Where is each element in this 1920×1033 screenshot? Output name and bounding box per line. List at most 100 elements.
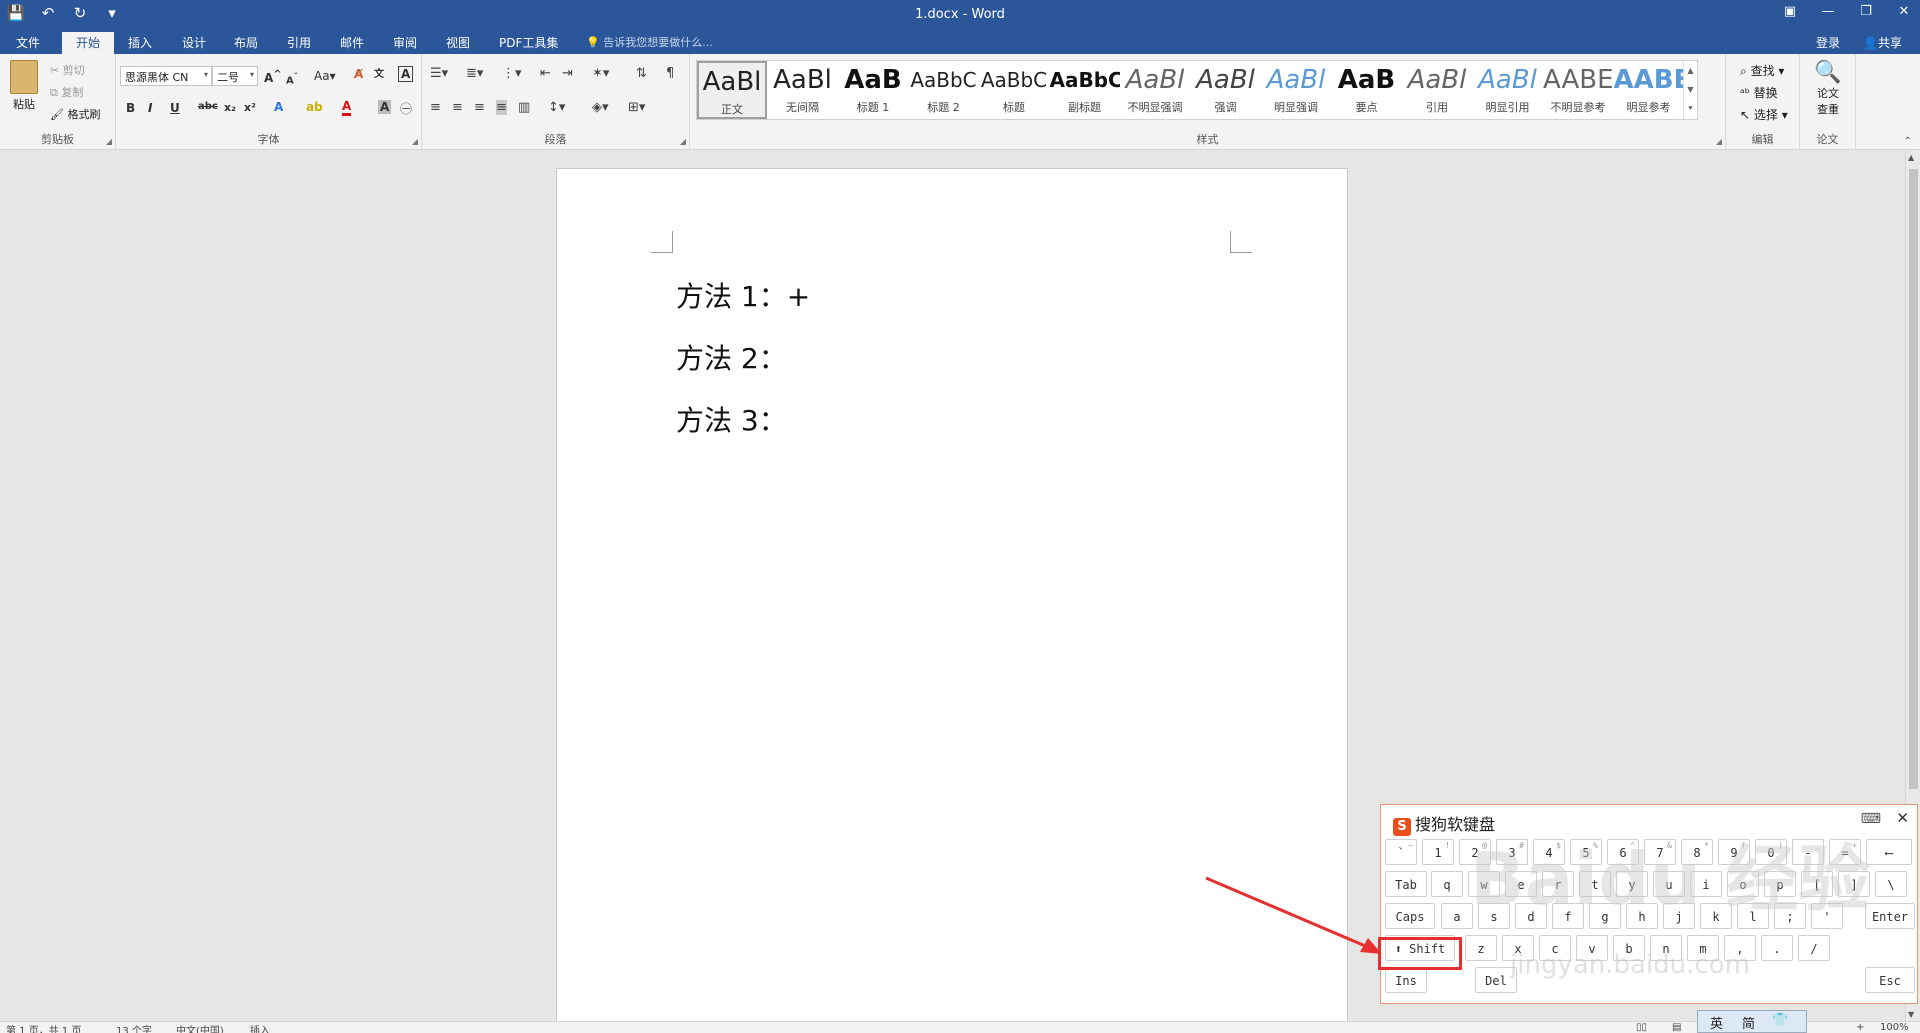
key[interactable]: . [1761,935,1793,961]
char-border-icon[interactable]: A [398,66,414,82]
style-item[interactable]: AaBl 不明显强调 [1120,61,1190,119]
bullets-icon[interactable]: ☰▾ [430,66,448,81]
multilevel-list-icon[interactable]: ⋮▾ [502,66,522,81]
borders-icon[interactable]: ⊞▾ [628,100,645,115]
style-item[interactable]: AaBl 强调 [1191,61,1261,119]
key[interactable]: 2 @ [1459,839,1491,865]
style-item[interactable]: AaBl 无间隔 [768,61,838,119]
keyboard-icon[interactable]: ⌨ [1861,811,1881,827]
scroll-up-icon[interactable]: ▲ [1908,153,1914,162]
tab-review[interactable]: 审阅 [393,34,417,51]
key[interactable]: = + [1829,839,1861,865]
paper-check-button[interactable]: 🔍 论文 查重 [1804,60,1852,117]
esc-key[interactable]: Esc [1865,967,1915,993]
bold-icon[interactable]: B [126,101,135,115]
key[interactable]: l [1737,903,1769,929]
format-painter-button[interactable]: 🖌 格式刷 [50,106,100,122]
key[interactable]: 9( [1718,839,1750,865]
underline-icon[interactable]: U [170,101,180,115]
key[interactable]: i [1690,871,1722,897]
key[interactable]: j [1663,903,1695,929]
scroll-down-icon[interactable]: ▼ [1908,1010,1914,1019]
style-item[interactable]: AaB 要点 [1332,61,1402,119]
key[interactable]: c [1539,935,1571,961]
key[interactable]: 4 $ [1533,839,1565,865]
key[interactable]: d [1515,903,1547,929]
minimize-icon[interactable]: — [1820,4,1836,19]
style-item[interactable]: AaBl 正文 [697,61,767,119]
key[interactable]: 7 & [1644,839,1676,865]
tab-key[interactable]: Tab [1385,871,1427,897]
text-line-1[interactable]: 方法 1：+ [676,275,810,315]
strikethrough-icon[interactable]: abc [198,101,218,112]
font-name-box[interactable]: 思源黑体 CN ▾ [120,66,212,86]
word-count[interactable]: 13 个字 [116,1022,152,1033]
key[interactable]: q [1431,871,1463,897]
read-mode-icon[interactable]: ▯▯ [1636,1022,1647,1033]
phonetic-guide-icon[interactable]: 文 [374,65,384,80]
key[interactable]: t [1579,871,1611,897]
del-key[interactable]: Del [1475,967,1517,993]
key[interactable]: f [1552,903,1584,929]
shrink-font-icon[interactable]: Aˇ [286,71,298,86]
zoom-in-icon[interactable]: + [1856,1022,1864,1033]
distribute-icon[interactable]: ▥ [518,100,530,115]
align-center-icon[interactable]: ≡ [452,100,463,115]
more-icon[interactable]: ⯆ [1684,99,1697,118]
font-size-box[interactable]: 二号 ▾ [212,66,258,86]
dialog-launcher-icon[interactable]: ◢ [680,137,686,146]
close-icon[interactable]: ✕ [1896,809,1909,827]
enclose-char-icon[interactable]: ㊀ [400,100,412,117]
ins-key[interactable]: Ins [1385,967,1427,993]
collapse-ribbon-icon[interactable]: ⌃ [1904,136,1912,147]
restore-icon[interactable]: ❐ [1858,4,1874,19]
tab-references[interactable]: 引用 [287,34,311,51]
style-item[interactable]: AaBbC 副标题 [1050,61,1120,119]
key[interactable]: 1! [1422,839,1454,865]
dialog-launcher-icon[interactable]: ◢ [1716,137,1722,146]
key[interactable]: ; [1774,903,1806,929]
align-left-icon[interactable]: ≡ [430,100,441,115]
tab-view[interactable]: 视图 [446,34,470,51]
key[interactable]: v [1576,935,1608,961]
text-effects-icon[interactable]: A [274,100,283,114]
style-item[interactable]: AaBbC 标题 2 [909,61,979,119]
ime-lang-toggle[interactable]: 英 [1710,1013,1723,1032]
tab-mailings[interactable]: 邮件 [340,34,364,51]
key[interactable]: w [1468,871,1500,897]
key[interactable]: \ [1875,871,1907,897]
key[interactable]: / [1798,935,1830,961]
print-layout-icon[interactable]: ▤ [1672,1022,1681,1033]
text-line-2[interactable]: 方法 2： [676,337,787,377]
key[interactable]: k [1700,903,1732,929]
dialog-launcher-icon[interactable]: ◢ [106,137,112,146]
change-case-button[interactable]: Aa▾ [314,69,336,83]
key[interactable]: [ [1801,871,1833,897]
decrease-indent-icon[interactable]: ⇤ [540,66,551,81]
ribbon-display-icon[interactable]: ▣ [1782,4,1798,19]
caps-key[interactable]: Caps [1385,903,1435,929]
tab-insert[interactable]: 插入 [128,34,152,51]
key[interactable]: ' [1811,903,1843,929]
key[interactable]: p [1764,871,1796,897]
key[interactable]: , [1724,935,1756,961]
style-item[interactable]: AaB 标题 1 [838,61,908,119]
style-item[interactable]: AaBl 引用 [1402,61,1472,119]
style-item[interactable]: AABE 明显参考 [1614,61,1684,119]
tab-layout[interactable]: 布局 [234,34,258,51]
scroll-down-icon[interactable]: ▼ [1684,80,1697,99]
key[interactable]: x [1502,935,1534,961]
style-item[interactable]: AABE 不明显参考 [1543,61,1613,119]
language-status[interactable]: 中文(中国) [176,1022,224,1033]
show-marks-icon[interactable]: ¶ [666,66,674,81]
key[interactable]: ] [1838,871,1870,897]
key[interactable]: 0) [1755,839,1787,865]
line-spacing-icon[interactable]: ↕▾ [548,100,565,115]
paste-button[interactable]: 粘贴 [8,60,40,112]
select-button[interactable]: ↖ 选择 ▾ [1740,106,1788,123]
style-item[interactable]: AaBl 明显引用 [1473,61,1543,119]
key[interactable]: a [1441,903,1473,929]
align-right-icon[interactable]: ≡ [474,100,485,115]
sign-in-link[interactable]: 登录 [1816,34,1840,51]
clear-format-icon[interactable]: A̸ [354,67,363,81]
